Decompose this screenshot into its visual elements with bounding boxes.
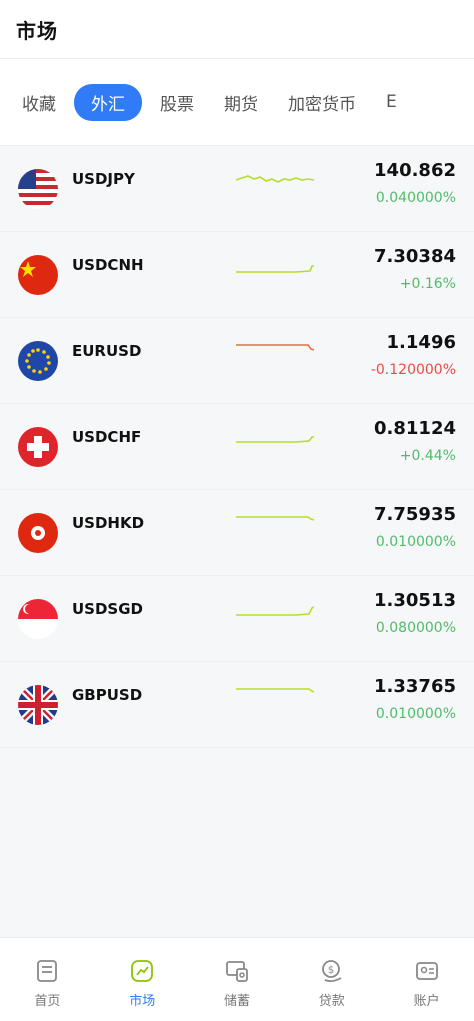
nav-label: 市场 bbox=[129, 994, 156, 1009]
pair-change: 0.080000% bbox=[375, 620, 456, 636]
pair-change: +0.16% bbox=[399, 276, 456, 292]
pair-price: 7.30384 bbox=[374, 246, 456, 267]
pair-symbol: USDCNH bbox=[72, 255, 144, 274]
loan-icon: $ bbox=[321, 960, 342, 983]
market-icon bbox=[131, 960, 154, 982]
sparkline bbox=[236, 265, 314, 273]
sparkline bbox=[236, 175, 314, 183]
tab-stocks[interactable]: 股票 bbox=[160, 90, 194, 115]
pair-symbol: USDCHF bbox=[72, 427, 142, 446]
nav-label: 储蓄 bbox=[223, 994, 250, 1009]
svg-text:$: $ bbox=[328, 965, 334, 976]
pair-change: 0.040000% bbox=[375, 190, 456, 206]
pair-symbol: EURUSD bbox=[72, 341, 142, 360]
list-item[interactable]: EURUSD 1.1496 -0.120000% bbox=[0, 318, 474, 404]
tab-futures[interactable]: 期货 bbox=[224, 90, 258, 115]
nav-account[interactable]: 账户 bbox=[379, 938, 474, 1021]
sparkline bbox=[236, 436, 314, 443]
pair-symbol: USDSGD bbox=[72, 599, 144, 618]
nav-label: 贷款 bbox=[318, 994, 345, 1009]
pair-price: 140.862 bbox=[374, 160, 456, 181]
nav-market[interactable]: 市场 bbox=[95, 938, 190, 1021]
pair-symbol: USDJPY bbox=[72, 169, 135, 188]
pair-change: 0.010000% bbox=[375, 706, 456, 722]
gb-flag-icon bbox=[18, 684, 58, 725]
sparkline bbox=[236, 516, 314, 521]
nav-label: 账户 bbox=[413, 994, 440, 1009]
list-item[interactable]: USDJPY 140.862 0.040000% bbox=[0, 146, 474, 232]
eu-flag-icon bbox=[18, 340, 58, 381]
nav-savings[interactable]: 储蓄 bbox=[190, 938, 285, 1021]
tab-favorites[interactable]: 收藏 bbox=[22, 90, 56, 115]
account-icon bbox=[415, 962, 438, 980]
pair-change: -0.120000% bbox=[370, 362, 456, 378]
tab-more[interactable]: E bbox=[386, 92, 397, 112]
pair-symbol: USDHKD bbox=[72, 513, 145, 532]
ch-flag-icon bbox=[18, 426, 58, 467]
nav-home[interactable]: 首页 bbox=[0, 938, 95, 1021]
page-title: 市场 bbox=[16, 18, 58, 43]
pair-change: +0.44% bbox=[399, 448, 456, 464]
list-item[interactable]: USDCHF 0.81124 +0.44% bbox=[0, 404, 474, 490]
list-item[interactable]: USDCNH 7.30384 +0.16% bbox=[0, 232, 474, 318]
home-icon bbox=[37, 960, 58, 982]
list-item[interactable]: USDHKD 7.75935 0.010000% bbox=[0, 490, 474, 576]
hk-flag-icon bbox=[18, 512, 58, 553]
sparkline bbox=[236, 606, 314, 616]
pair-price: 1.33765 bbox=[374, 676, 456, 697]
savings-icon bbox=[226, 961, 248, 982]
cn-flag-icon bbox=[18, 254, 58, 295]
top-bar: 市场 bbox=[0, 0, 474, 59]
pair-price: 1.30513 bbox=[374, 590, 456, 611]
pair-price: 0.81124 bbox=[374, 418, 456, 439]
pair-change: 0.010000% bbox=[375, 534, 456, 550]
list-item[interactable]: GBPUSD 1.33765 0.010000% bbox=[0, 662, 474, 748]
sparkline bbox=[236, 344, 314, 351]
tab-crypto[interactable]: 加密货币 bbox=[288, 90, 356, 115]
forex-list: USDJPY 140.862 0.040000% USDCNH 7.30384 … bbox=[0, 146, 474, 939]
nav-label: 首页 bbox=[34, 994, 61, 1009]
category-tabs: 收藏 外汇 股票 期货 加密货币 E bbox=[0, 59, 474, 146]
us-flag-icon bbox=[18, 168, 58, 209]
list-item[interactable]: USDSGD 1.30513 0.080000% bbox=[0, 576, 474, 662]
pair-price: 1.1496 bbox=[386, 332, 456, 353]
nav-loans[interactable]: $ 贷款 bbox=[284, 938, 379, 1021]
tab-forex[interactable]: 外汇 bbox=[74, 83, 142, 121]
pair-symbol: GBPUSD bbox=[72, 685, 143, 704]
bottom-nav: 首页 市场 储蓄 $ 贷款 账户 bbox=[0, 937, 474, 1021]
sg-flag-icon bbox=[18, 598, 58, 639]
sparkline bbox=[236, 688, 314, 693]
pair-price: 7.75935 bbox=[374, 504, 456, 525]
